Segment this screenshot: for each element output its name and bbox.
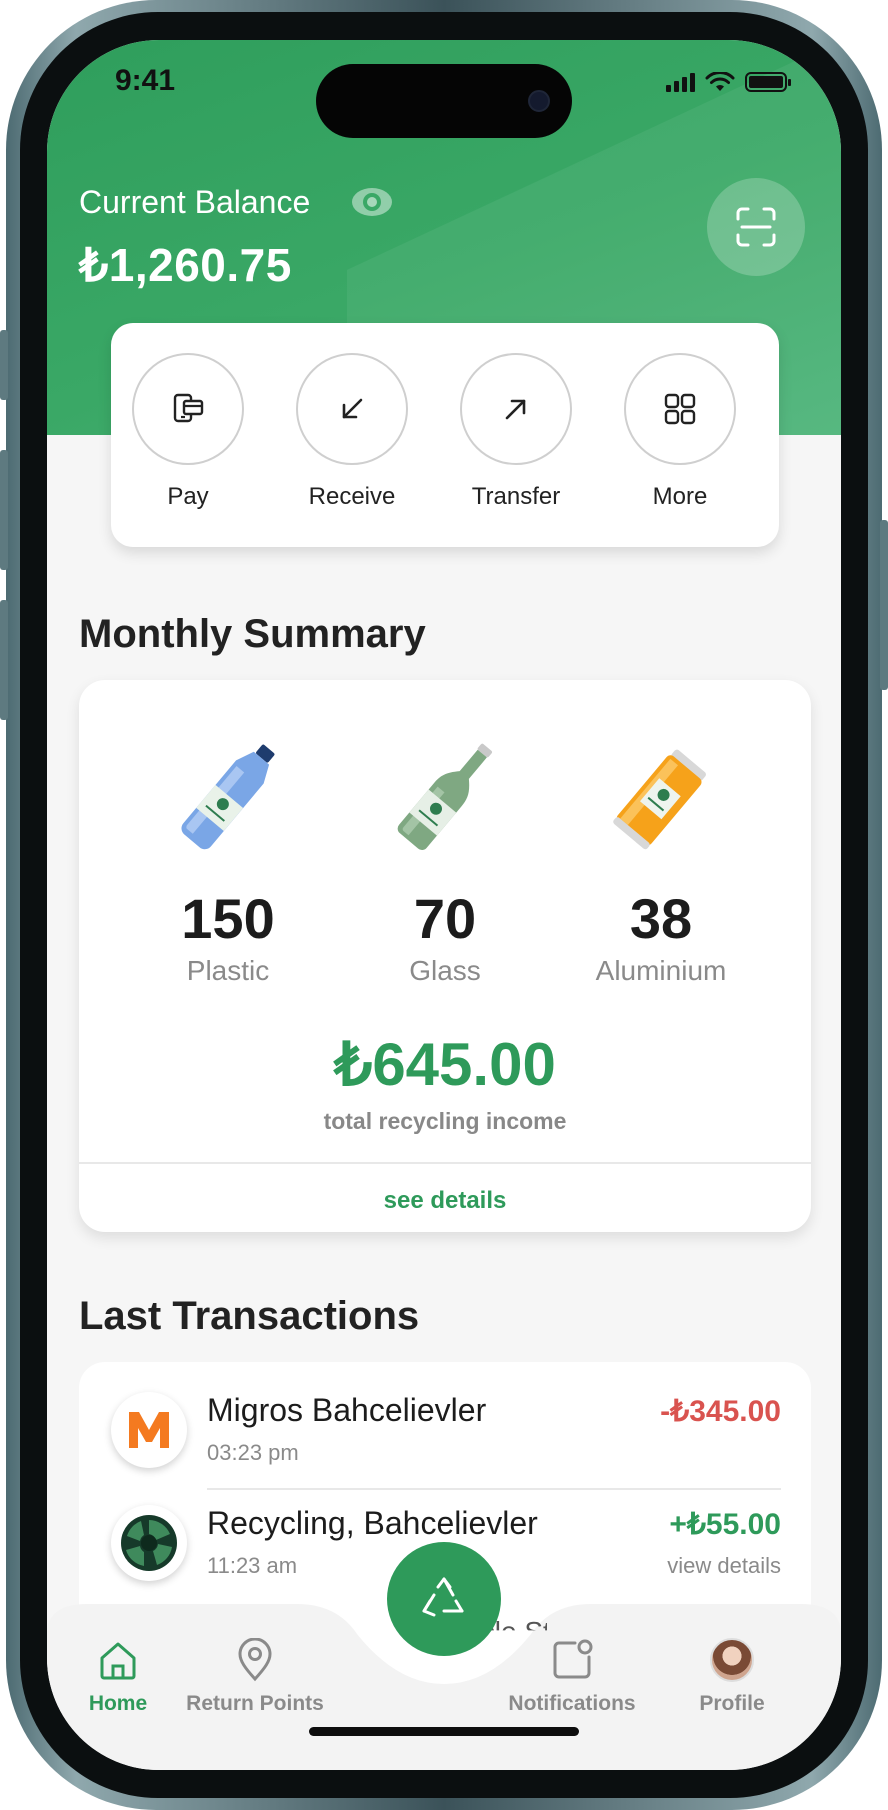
transaction-name: Migros Bahcelievler <box>207 1392 487 1428</box>
battery-icon <box>745 72 791 92</box>
glass-count: 70 <box>413 887 477 950</box>
aluminium-count: 38 <box>629 887 693 950</box>
nav-notifications-label: Notifications <box>508 1692 636 1715</box>
nav-profile-label: Profile <box>699 1692 765 1715</box>
plastic-count: 150 <box>181 887 275 950</box>
transaction-time: 03:23 pm <box>207 1440 299 1465</box>
grid-icon <box>664 393 696 425</box>
nav-return-points-label: Return Points <box>186 1692 324 1715</box>
recycling-logo-icon <box>111 1505 187 1581</box>
notification-icon <box>548 1636 596 1684</box>
bottom-navigation: Recycle Sto Home <box>47 1542 841 1770</box>
recycle-icon <box>422 1577 464 1617</box>
transaction-amount: -₺345.00 <box>660 1395 781 1428</box>
recycling-income-label: total recycling income <box>323 1108 567 1134</box>
status-time: 9:41 <box>115 64 176 97</box>
last-transactions-title: Last Transactions <box>79 1294 420 1338</box>
nav-home-label: Home <box>88 1692 148 1715</box>
volume-up-button <box>0 450 8 570</box>
material-glass: 70 Glass <box>345 728 545 987</box>
eye-icon[interactable] <box>349 185 395 219</box>
transfer-label: Transfer <box>471 483 561 510</box>
volume-down-button <box>0 600 8 720</box>
monthly-summary-card: 150 Plastic 70 Glass 38 Aluminium ₺645.0… <box>79 680 811 1232</box>
status-icons <box>666 72 791 92</box>
nav-home[interactable]: Home <box>47 1636 193 1716</box>
quick-actions-card: Pay Receive Transfer More <box>111 323 779 547</box>
transaction-row[interactable]: Migros Bahcelievler 03:23 pm -₺345.00 <box>79 1362 811 1490</box>
see-details-link[interactable]: see details <box>79 1187 811 1215</box>
camera-icon <box>528 90 550 112</box>
pay-icon <box>173 393 204 423</box>
receive-action[interactable]: Receive <box>277 353 427 511</box>
plastic-bottle-icon <box>181 744 275 850</box>
pay-action[interactable]: Pay <box>113 353 263 511</box>
transfer-button[interactable] <box>460 353 572 465</box>
recycle-button[interactable] <box>387 1542 501 1656</box>
pay-button[interactable] <box>132 353 244 465</box>
action-button <box>0 330 8 400</box>
home-icon <box>94 1636 142 1684</box>
migros-logo-icon <box>111 1392 187 1468</box>
scan-button[interactable] <box>707 178 805 276</box>
nav-notifications[interactable]: Notifications <box>497 1636 647 1716</box>
nav-return-points[interactable]: Return Points <box>180 1636 330 1716</box>
material-aluminium: 38 Aluminium <box>561 728 761 987</box>
more-action[interactable]: More <box>605 353 755 511</box>
pay-label: Pay <box>167 483 209 510</box>
dynamic-island <box>316 64 572 138</box>
aluminium-can-icon <box>613 749 706 850</box>
balance-amount: ₺1,260.75 <box>79 239 292 291</box>
plastic-label: Plastic <box>186 955 270 986</box>
location-pin-icon <box>231 1636 279 1684</box>
transaction-amount: +₺55.00 <box>669 1508 781 1541</box>
home-indicator <box>309 1727 579 1736</box>
glass-label: Glass <box>409 955 481 986</box>
view-details-link[interactable]: view details <box>667 1553 781 1579</box>
nav-profile[interactable]: Profile <box>657 1636 807 1716</box>
power-button <box>880 520 888 690</box>
more-button[interactable] <box>624 353 736 465</box>
app-screen: 9:41 Current Balance ₺1,260.75 Pay Recei… <box>47 40 841 1770</box>
balance-label: Current Balance <box>79 184 311 220</box>
receive-label: Receive <box>308 483 396 510</box>
arrow-down-left-icon <box>342 398 363 419</box>
scan-icon <box>736 207 776 247</box>
material-plastic: 150 Plastic <box>128 728 328 987</box>
monthly-summary-title: Monthly Summary <box>79 612 426 656</box>
more-label: More <box>652 483 708 510</box>
glass-bottle-icon <box>397 743 492 851</box>
avatar-icon <box>708 1636 756 1684</box>
summary-divider <box>79 1162 811 1164</box>
transaction-time: 11:23 am <box>207 1553 298 1578</box>
avatar <box>710 1638 754 1682</box>
wifi-icon <box>705 72 735 91</box>
recycling-income-amount: ₺645.00 <box>334 1031 556 1098</box>
arrow-up-right-icon <box>505 399 526 420</box>
aluminium-label: Aluminium <box>595 955 727 986</box>
transaction-name: Recycling, Bahcelievler <box>207 1505 538 1541</box>
transfer-action[interactable]: Transfer <box>441 353 591 511</box>
receive-button[interactable] <box>296 353 408 465</box>
cellular-signal-icon <box>666 72 695 92</box>
